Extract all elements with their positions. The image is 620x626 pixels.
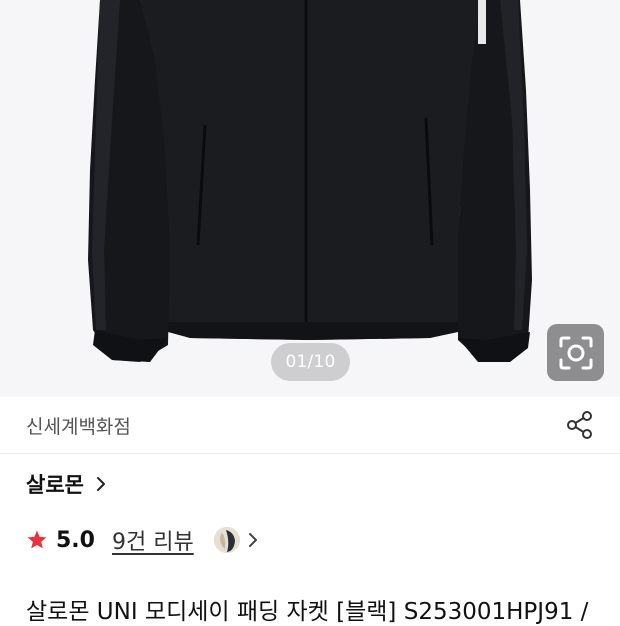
product-image: [88, 0, 532, 362]
brand-link[interactable]: 살로몬: [26, 466, 106, 502]
product-image-gallery[interactable]: 01/10: [0, 0, 620, 397]
store-name: 신세계백화점: [26, 415, 131, 438]
share-icon: [567, 411, 592, 439]
lens-search-button[interactable]: [547, 324, 604, 381]
share-button[interactable]: [566, 410, 594, 440]
image-counter: 01/10: [271, 343, 350, 381]
rating-value: 5.0: [56, 527, 95, 553]
chevron-right-icon[interactable]: [248, 532, 258, 548]
rating-row: 5.0 9건 리뷰: [26, 518, 258, 562]
reviewer-avatar[interactable]: [213, 527, 240, 553]
brand-name: 살로몬: [26, 473, 84, 497]
product-title: 살로몬 UNI 모디세이 패딩 자켓 [블랙] S253001HPJ91 /: [26, 599, 589, 625]
review-count-link[interactable]: 9건 리뷰: [112, 524, 194, 556]
lens-search-icon: [559, 336, 592, 369]
section-divider: [0, 453, 620, 454]
chevron-right-icon: [96, 476, 106, 492]
star-icon: [26, 529, 48, 551]
store-row: 신세계백화점: [0, 397, 620, 453]
